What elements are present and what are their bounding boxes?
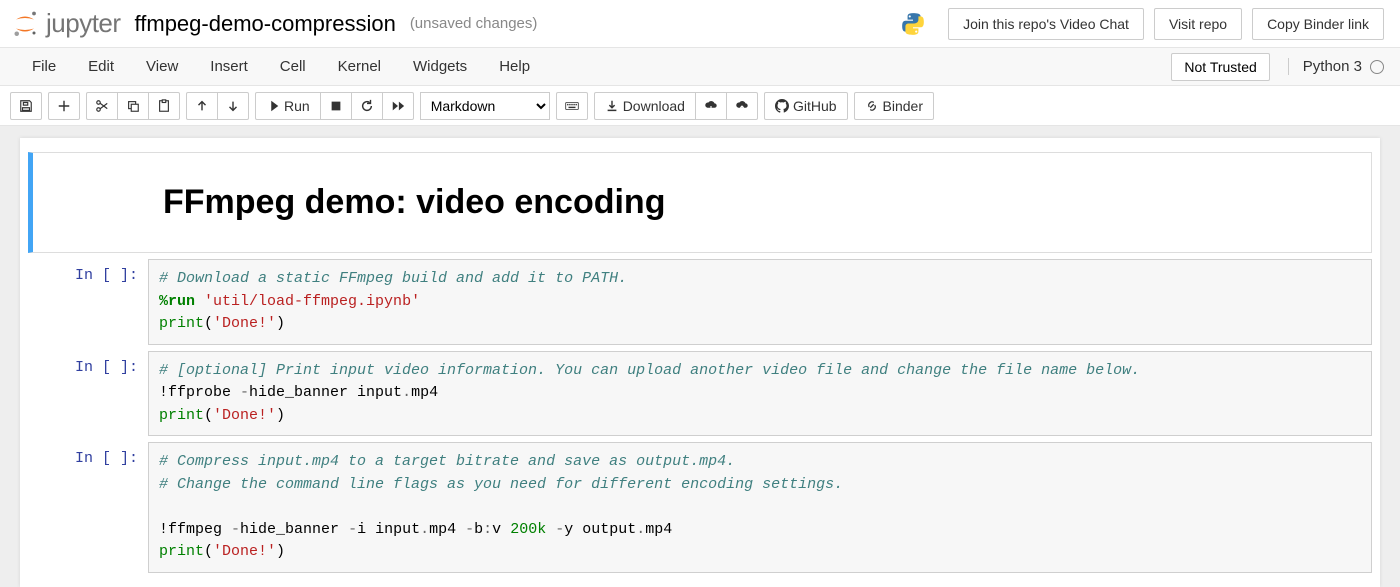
kernel-name: Python 3 xyxy=(1303,58,1362,75)
cloud-upload-button[interactable] xyxy=(726,92,758,120)
binder-label: Binder xyxy=(883,98,923,114)
binder-button[interactable]: Binder xyxy=(854,92,934,120)
celltype-select[interactable]: Markdown xyxy=(420,92,550,120)
code-input[interactable]: # [optional] Print input video informati… xyxy=(148,351,1372,437)
restart-icon xyxy=(360,99,374,113)
code-cell[interactable]: In [ ]:# Compress input.mp4 to a target … xyxy=(28,442,1372,573)
menu-widgets[interactable]: Widgets xyxy=(397,52,483,81)
menu-file[interactable]: File xyxy=(16,52,72,81)
cloud-down-icon xyxy=(704,99,718,113)
run-icon xyxy=(266,99,280,113)
cut-button[interactable] xyxy=(86,92,118,120)
link-icon xyxy=(865,99,879,113)
input-prompt: In [ ]: xyxy=(28,442,148,573)
kernel-indicator[interactable]: Python 3 xyxy=(1288,58,1384,75)
logo-text: jupyter xyxy=(46,8,121,39)
notebook-name[interactable]: ffmpeg-demo-compression xyxy=(135,11,396,37)
run-label: Run xyxy=(284,98,310,114)
keyboard-icon xyxy=(565,99,579,113)
save-icon xyxy=(19,99,33,113)
add-cell-button[interactable] xyxy=(48,92,80,120)
cloud-up-icon xyxy=(735,99,749,113)
paste-button[interactable] xyxy=(148,92,180,120)
copy-binder-button[interactable]: Copy Binder link xyxy=(1252,8,1384,40)
input-prompt: In [ ]: xyxy=(28,259,148,345)
arrow-up-icon xyxy=(195,99,209,113)
cloud-download-button[interactable] xyxy=(695,92,727,120)
move-up-button[interactable] xyxy=(186,92,218,120)
python-icon xyxy=(900,11,926,37)
github-icon xyxy=(775,99,789,113)
copy-icon xyxy=(126,99,140,113)
header: jupyter ffmpeg-demo-compression (unsaved… xyxy=(0,0,1400,48)
jupyter-logo[interactable]: jupyter xyxy=(10,8,121,39)
menu-kernel[interactable]: Kernel xyxy=(322,52,397,81)
toolbar: Run Markdown Download GitHub Binder xyxy=(0,86,1400,126)
menu-edit[interactable]: Edit xyxy=(72,52,130,81)
fast-forward-icon xyxy=(391,99,405,113)
plus-icon xyxy=(57,99,71,113)
input-prompt: In [ ]: xyxy=(28,351,148,437)
code-cell[interactable]: In [ ]:# [optional] Print input video in… xyxy=(28,351,1372,437)
menu-help[interactable]: Help xyxy=(483,52,546,81)
scissors-icon xyxy=(95,99,109,113)
kernel-status-icon xyxy=(1370,60,1384,74)
menu-cell[interactable]: Cell xyxy=(264,52,322,81)
menu-view[interactable]: View xyxy=(130,52,194,81)
menu-insert[interactable]: Insert xyxy=(194,52,264,81)
github-label: GitHub xyxy=(793,98,837,114)
download-button[interactable]: Download xyxy=(594,92,696,120)
jupyter-icon xyxy=(10,9,40,39)
move-down-button[interactable] xyxy=(217,92,249,120)
trust-button[interactable]: Not Trusted xyxy=(1171,53,1269,81)
save-status: (unsaved changes) xyxy=(410,15,538,32)
header-right-group: Join this repo's Video Chat Visit repo C… xyxy=(900,8,1384,40)
video-chat-button[interactable]: Join this repo's Video Chat xyxy=(948,8,1144,40)
interrupt-button[interactable] xyxy=(320,92,352,120)
code-cell[interactable]: In [ ]:# Download a static FFmpeg build … xyxy=(28,259,1372,345)
notebook: FFmpeg demo: video encodingIn [ ]:# Down… xyxy=(20,138,1380,587)
menubar-right: Not Trusted Python 3 xyxy=(1171,53,1384,81)
visit-repo-button[interactable]: Visit repo xyxy=(1154,8,1242,40)
run-button[interactable]: Run xyxy=(255,92,321,120)
download-icon xyxy=(605,99,619,113)
download-label: Download xyxy=(623,98,685,114)
menubar: FileEditViewInsertCellKernelWidgetsHelp … xyxy=(0,48,1400,86)
code-input[interactable]: # Download a static FFmpeg build and add… xyxy=(148,259,1372,345)
markdown-cell[interactable]: FFmpeg demo: video encoding xyxy=(28,152,1372,253)
save-button[interactable] xyxy=(10,92,42,120)
arrow-down-icon xyxy=(226,99,240,113)
code-input[interactable]: # Compress input.mp4 to a target bitrate… xyxy=(148,442,1372,573)
stop-icon xyxy=(329,99,343,113)
github-button[interactable]: GitHub xyxy=(764,92,848,120)
restart-run-all-button[interactable] xyxy=(382,92,414,120)
markdown-heading: FFmpeg demo: video encoding xyxy=(163,177,1351,228)
notebook-container: FFmpeg demo: video encodingIn [ ]:# Down… xyxy=(0,126,1400,587)
command-palette-button[interactable] xyxy=(556,92,588,120)
restart-button[interactable] xyxy=(351,92,383,120)
paste-icon xyxy=(157,99,171,113)
copy-button[interactable] xyxy=(117,92,149,120)
